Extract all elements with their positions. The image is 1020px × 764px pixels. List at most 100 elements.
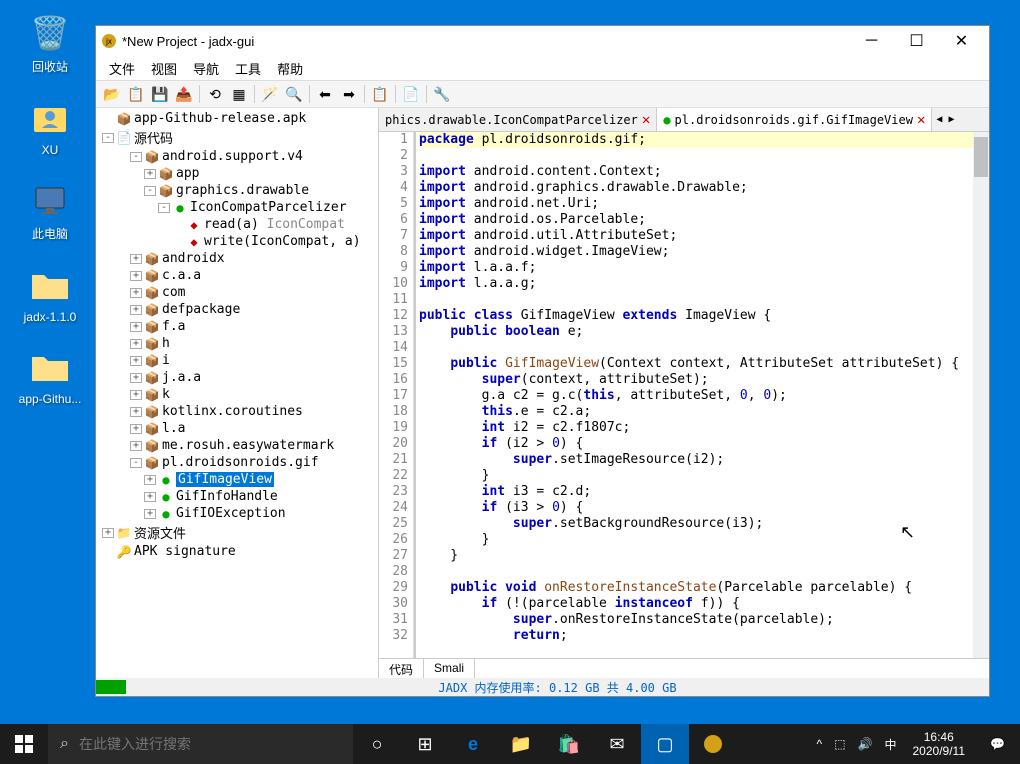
- clock[interactable]: 16:46 2020/9/11: [903, 730, 976, 759]
- tree-item-f-a[interactable]: +📦f.a: [98, 318, 376, 335]
- close-icon[interactable]: ✕: [917, 112, 925, 128]
- menu-view[interactable]: 视图: [143, 56, 185, 81]
- menu-file[interactable]: 文件: [101, 56, 143, 81]
- app-icon[interactable]: ▢: [641, 724, 689, 764]
- notification-icon[interactable]: 💬: [975, 724, 1020, 764]
- sync-icon[interactable]: ⟲: [204, 83, 226, 105]
- tree-item-read-a-[interactable]: ◆read(a) IconCompat: [98, 216, 376, 233]
- tree-toggle-icon[interactable]: +: [130, 305, 142, 315]
- tree-toggle-icon[interactable]: +: [144, 509, 156, 519]
- open-file-icon[interactable]: 📂: [101, 83, 123, 105]
- save-icon[interactable]: 💾: [149, 83, 171, 105]
- volume-icon[interactable]: 🔊: [852, 737, 879, 751]
- taskbar-search[interactable]: ⌕: [48, 724, 353, 764]
- tree-toggle-icon[interactable]: +: [130, 254, 142, 264]
- tree-source[interactable]: -📄源代码: [98, 127, 376, 148]
- this-pc-icon[interactable]: 此电脑: [10, 177, 90, 242]
- tree-item-gifimageview[interactable]: +●GifImageView: [98, 471, 376, 488]
- tree-item-l-a[interactable]: +📦l.a: [98, 420, 376, 437]
- tree-item-app[interactable]: +📦app: [98, 165, 376, 182]
- close-icon[interactable]: ✕: [642, 112, 650, 128]
- menu-navigate[interactable]: 导航: [185, 56, 227, 81]
- tree-item-gifinfohandle[interactable]: +●GifInfoHandle: [98, 488, 376, 505]
- tree-item-gifioexception[interactable]: +●GifIOException: [98, 505, 376, 522]
- tree-toggle-icon[interactable]: -: [158, 203, 170, 213]
- tree-item-j-a-a[interactable]: +📦j.a.a: [98, 369, 376, 386]
- edge-icon[interactable]: e: [449, 724, 497, 764]
- search-icon[interactable]: 🔍: [283, 83, 305, 105]
- tree-toggle-icon[interactable]: -: [144, 186, 156, 196]
- tree-item-graphics-drawable[interactable]: -📦graphics.drawable: [98, 182, 376, 199]
- code-editor[interactable]: 1234567891011121314151617181920212223242…: [379, 132, 989, 658]
- store-icon[interactable]: 🛍️: [545, 724, 593, 764]
- tree-item-kotlinx-coroutines[interactable]: +📦kotlinx.coroutines: [98, 403, 376, 420]
- tab-iconcompat[interactable]: phics.drawable.IconCompatParcelizer ✕: [379, 108, 657, 131]
- tree-toggle-icon[interactable]: +: [130, 288, 142, 298]
- tree-item-c-a-a[interactable]: +📦c.a.a: [98, 267, 376, 284]
- tree-item-defpackage[interactable]: +📦defpackage: [98, 301, 376, 318]
- tree-toggle-icon[interactable]: +: [130, 271, 142, 281]
- menu-tools[interactable]: 工具: [227, 56, 269, 81]
- user-folder-icon[interactable]: XU: [10, 95, 90, 157]
- tab-smali[interactable]: Smali: [424, 659, 475, 678]
- wand-icon[interactable]: 🪄: [259, 83, 281, 105]
- tree-item-write-iconcompat--a-[interactable]: ◆write(IconCompat, a): [98, 233, 376, 250]
- tree-toggle-icon[interactable]: +: [130, 390, 142, 400]
- tree-toggle-icon[interactable]: +: [130, 407, 142, 417]
- tree-panel[interactable]: 📦app-Github-release.apk-📄源代码-📦android.su…: [96, 108, 379, 678]
- maximize-button[interactable]: ☐: [894, 27, 939, 55]
- tree-item-androidx[interactable]: +📦androidx: [98, 250, 376, 267]
- tree-item-pl-droidsonroids-gif[interactable]: -📦pl.droidsonroids.gif: [98, 454, 376, 471]
- network-icon[interactable]: ⬚: [828, 737, 851, 751]
- jadx-folder-icon[interactable]: jadx-1.1.0: [10, 262, 90, 324]
- tray-up-icon[interactable]: ^: [811, 737, 829, 751]
- flat-icon[interactable]: ▦: [228, 83, 250, 105]
- search-input[interactable]: [79, 736, 341, 752]
- tab-scroll[interactable]: ◀ ▶: [932, 114, 958, 125]
- add-files-icon[interactable]: 📋: [125, 83, 147, 105]
- titlebar[interactable]: jx *New Project - jadx-gui ─ ☐ ✕: [96, 26, 989, 56]
- tree-toggle-icon[interactable]: +: [144, 492, 156, 502]
- back-icon[interactable]: ⬅: [314, 83, 336, 105]
- app-github-folder-icon[interactable]: app-Githu...: [10, 344, 90, 406]
- tab-code[interactable]: 代码: [379, 659, 424, 678]
- tree-toggle-icon[interactable]: -: [102, 133, 114, 143]
- forward-icon[interactable]: ➡: [338, 83, 360, 105]
- explorer-icon[interactable]: 📁: [497, 724, 545, 764]
- settings-icon[interactable]: 🔧: [431, 83, 453, 105]
- ime-icon[interactable]: 中: [878, 736, 902, 753]
- vertical-scrollbar[interactable]: [973, 132, 989, 658]
- task-view-icon[interactable]: ⊞: [401, 724, 449, 764]
- tree-item-com[interactable]: +📦com: [98, 284, 376, 301]
- tree-item-h[interactable]: +📦h: [98, 335, 376, 352]
- tree-item-android-support-v4[interactable]: -📦android.support.v4: [98, 148, 376, 165]
- tree-toggle-icon[interactable]: +: [144, 475, 156, 485]
- cortana-icon[interactable]: ○: [353, 724, 401, 764]
- tree-toggle-icon[interactable]: +: [130, 339, 142, 349]
- tree-toggle-icon[interactable]: -: [130, 152, 142, 162]
- tree-item-k[interactable]: +📦k: [98, 386, 376, 403]
- start-button[interactable]: [0, 724, 48, 764]
- jadx-task-icon[interactable]: [689, 724, 737, 764]
- recycle-bin-icon[interactable]: 🗑️ 回收站: [10, 10, 90, 75]
- tree-toggle-icon[interactable]: +: [130, 356, 142, 366]
- mail-icon[interactable]: ✉: [593, 724, 641, 764]
- tree-toggle-icon[interactable]: +: [102, 528, 114, 538]
- close-button[interactable]: ✕: [939, 27, 984, 55]
- tree-item-me-rosuh-easywatermark[interactable]: +📦me.rosuh.easywatermark: [98, 437, 376, 454]
- tree-toggle-icon[interactable]: +: [130, 322, 142, 332]
- export-icon[interactable]: 📤: [173, 83, 195, 105]
- tree-toggle-icon[interactable]: -: [130, 458, 142, 468]
- tree-toggle-icon[interactable]: +: [130, 373, 142, 383]
- tree-item-iconcompatparcelizer[interactable]: -●IconCompatParcelizer: [98, 199, 376, 216]
- menu-help[interactable]: 帮助: [269, 56, 311, 81]
- tree-item-i[interactable]: +📦i: [98, 352, 376, 369]
- tree-resources[interactable]: +📁资源文件: [98, 522, 376, 543]
- tree-root-apk[interactable]: 📦app-Github-release.apk: [98, 110, 376, 127]
- deobfuscate-icon[interactable]: 📋: [369, 83, 391, 105]
- tree-toggle-icon[interactable]: +: [130, 424, 142, 434]
- tree-signature[interactable]: 🔑APK signature: [98, 543, 376, 560]
- log-icon[interactable]: 📄: [400, 83, 422, 105]
- tree-toggle-icon[interactable]: +: [144, 169, 156, 179]
- tree-toggle-icon[interactable]: +: [130, 441, 142, 451]
